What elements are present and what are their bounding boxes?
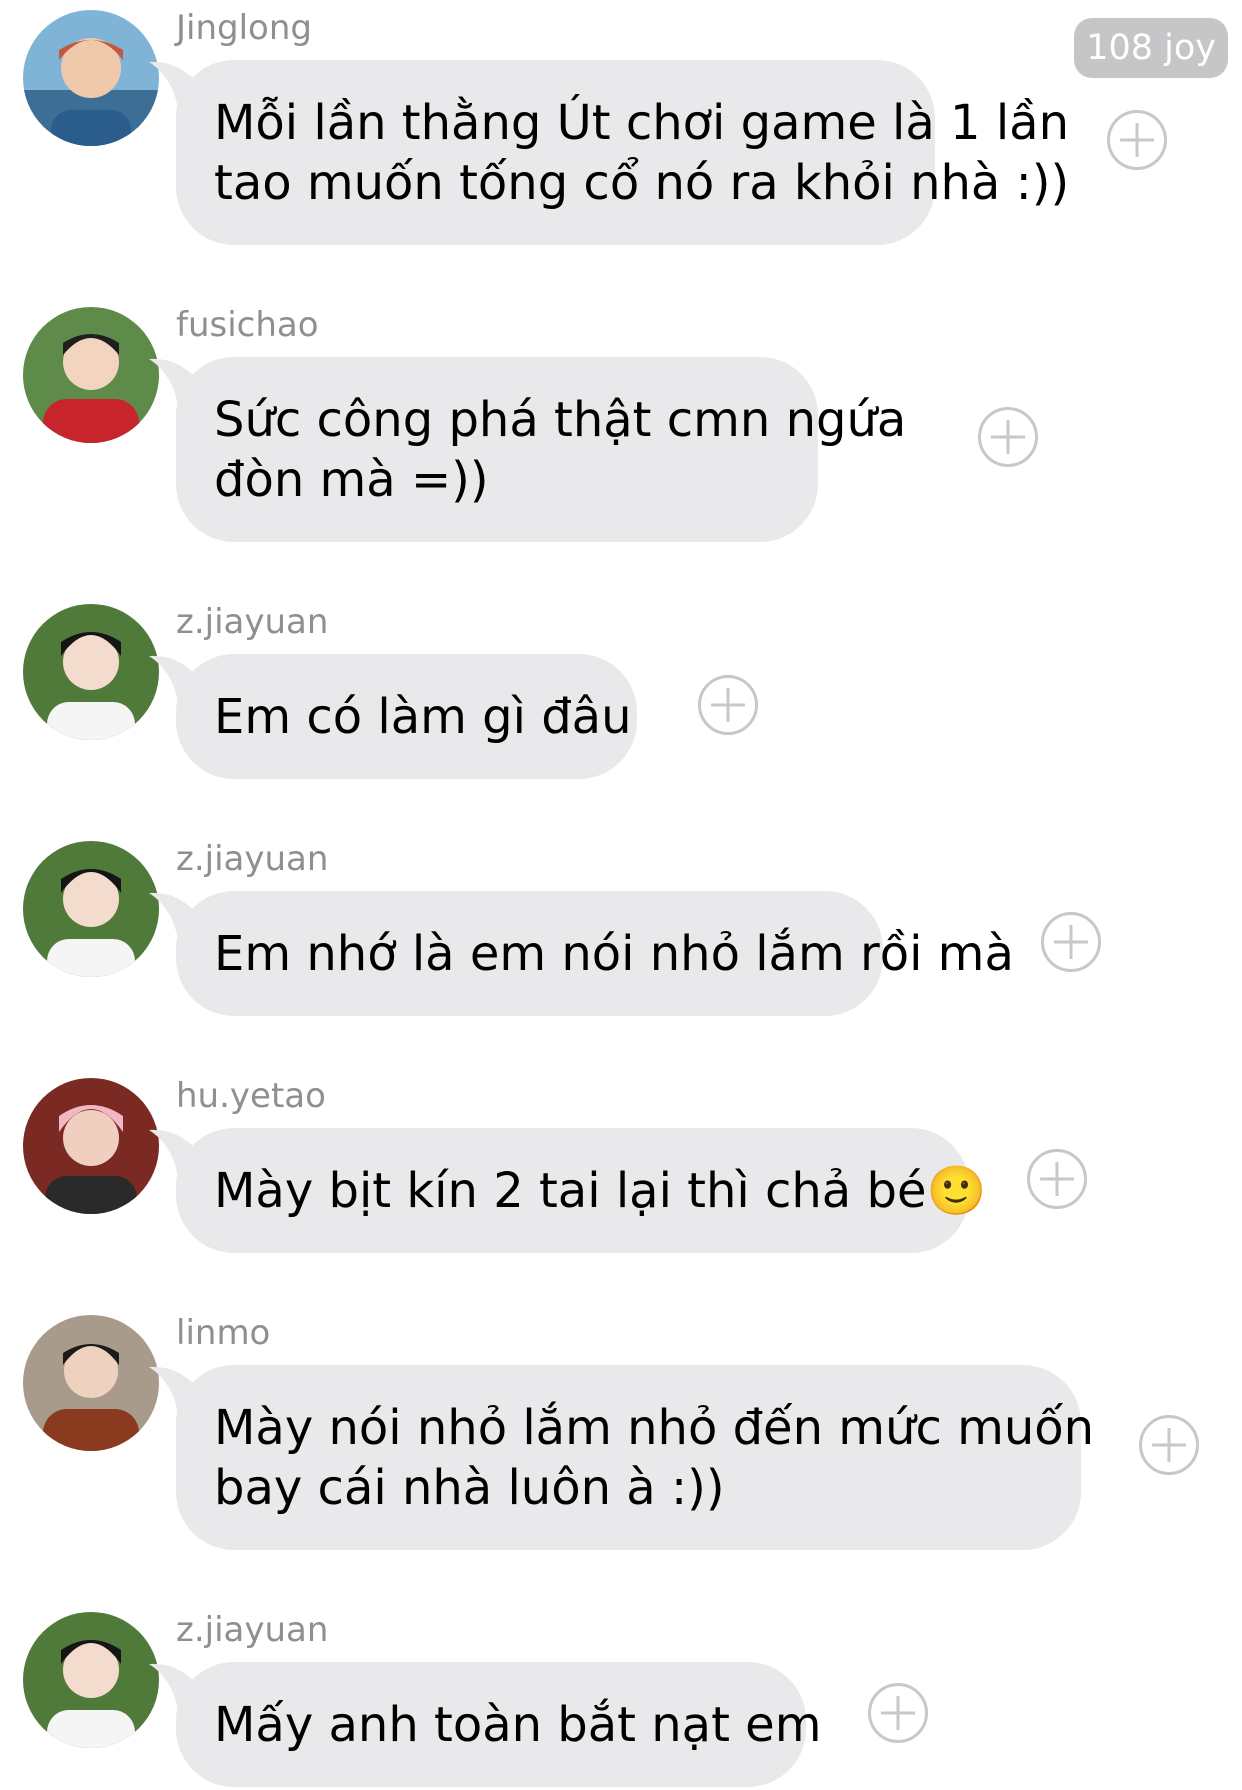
message-line: Mỗi lần thằng Út chơi game là 1 lần [214,95,1069,151]
avatar[interactable] [23,841,159,977]
add-reaction-icon[interactable] [978,407,1038,467]
sender-name: z.jiayuan [176,839,329,879]
message-line: đòn mà =)) [214,452,489,508]
avatar[interactable] [23,307,159,443]
sender-name: Jinglong [176,8,312,48]
avatar[interactable] [23,1612,159,1748]
message-line: tao muốn tống cổ nó ra khỏi nhà :)) [214,155,1070,211]
message-bubble[interactable]: Em nhớ là em nói nhỏ lắm rồi mà [176,891,1014,1016]
add-reaction-icon[interactable] [868,1683,928,1743]
avatar[interactable] [23,10,159,146]
message-line: Mấy anh toàn bắt nạt em [214,1697,822,1753]
avatar[interactable] [23,1078,159,1214]
add-reaction-icon[interactable] [1027,1149,1087,1209]
message-bubble[interactable]: Em có làm gì đâu [176,654,637,779]
avatar[interactable] [23,1315,159,1451]
sender-name: linmo [176,1313,271,1353]
message-bubble[interactable]: Mày bịt kín 2 tai lại thì chả bé🙂 [176,1128,987,1253]
add-reaction-icon[interactable] [1041,912,1101,972]
reaction-count-badge[interactable]: 108 joy [1074,18,1228,78]
message-bubble[interactable]: Mấy anh toàn bắt nạt em [176,1662,822,1787]
message-line: bay cái nhà luôn à :)) [214,1460,725,1516]
message-line: Em nhớ là em nói nhỏ lắm rồi mà [214,926,1014,982]
message-bubble[interactable]: Mỗi lần thằng Út chơi game là 1 lần tao … [176,60,1070,245]
avatar[interactable] [23,604,159,740]
add-reaction-icon[interactable] [1107,110,1167,170]
sender-name: hu.yetao [176,1076,326,1116]
message-line: Em có làm gì đâu [214,689,632,745]
sender-name: z.jiayuan [176,1610,329,1650]
add-reaction-icon[interactable] [1139,1415,1199,1475]
sender-name: z.jiayuan [176,602,329,642]
message-line: Mày bịt kín 2 tai lại thì chả bé🙂 [214,1163,987,1219]
message-bubble[interactable]: Mày nói nhỏ lắm nhỏ đến mức muốn bay cái… [176,1365,1095,1550]
message-bubble[interactable]: Sức công phá thật cmn ngứa đòn mà =)) [176,357,907,542]
message-line: Mày nói nhỏ lắm nhỏ đến mức muốn [214,1400,1095,1456]
message-line: Sức công phá thật cmn ngứa [214,392,907,448]
add-reaction-icon[interactable] [698,675,758,735]
sender-name: fusichao [176,305,319,345]
